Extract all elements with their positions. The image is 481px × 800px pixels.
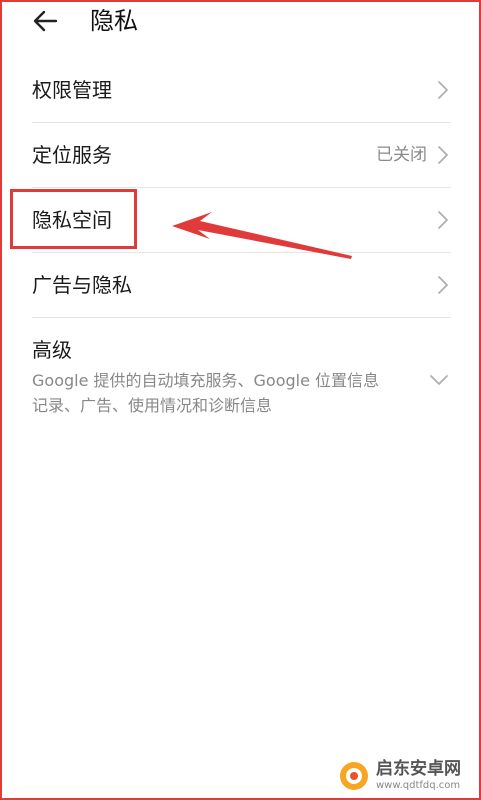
settings-list: 权限管理 定位服务 已关闭 隐私空间 广告与隐私 高级 Google 提供的自动… xyxy=(0,58,481,416)
chevron-down-icon xyxy=(430,375,448,385)
back-button[interactable] xyxy=(30,6,66,36)
page-title: 隐私 xyxy=(90,7,138,35)
settings-item-advanced[interactable]: 高级 Google 提供的自动填充服务、Google 位置信息记录、广告、使用情… xyxy=(32,318,451,416)
chevron-right-icon xyxy=(438,211,448,229)
settings-item-label: 定位服务 xyxy=(32,143,112,167)
chevron-right-icon xyxy=(438,146,448,164)
settings-item-ads-and-privacy[interactable]: 广告与隐私 xyxy=(32,253,451,318)
app-header: 隐私 xyxy=(0,0,481,44)
settings-item-value: 已关闭 xyxy=(376,145,427,165)
watermark-name: 启东安卓网 xyxy=(376,759,461,779)
watermark-logo-icon xyxy=(340,762,368,790)
settings-item-label: 广告与隐私 xyxy=(32,273,132,297)
chevron-right-icon xyxy=(438,276,448,294)
arrow-left-icon xyxy=(33,10,58,32)
settings-item-label: 隐私空间 xyxy=(32,208,112,232)
settings-item-private-space[interactable]: 隐私空间 xyxy=(32,188,451,253)
advanced-title: 高级 xyxy=(32,338,72,362)
watermark-url: www.qdtfdq.com xyxy=(376,780,461,791)
chevron-right-icon xyxy=(438,81,448,99)
watermark: 启东安卓网 www.qdtfdq.com xyxy=(338,758,461,794)
settings-item-permission-management[interactable]: 权限管理 xyxy=(32,58,451,123)
settings-item-label: 权限管理 xyxy=(32,78,112,102)
settings-item-location-services[interactable]: 定位服务 已关闭 xyxy=(32,123,451,188)
advanced-description: Google 提供的自动填充服务、Google 位置信息记录、广告、使用情况和诊… xyxy=(32,371,380,415)
